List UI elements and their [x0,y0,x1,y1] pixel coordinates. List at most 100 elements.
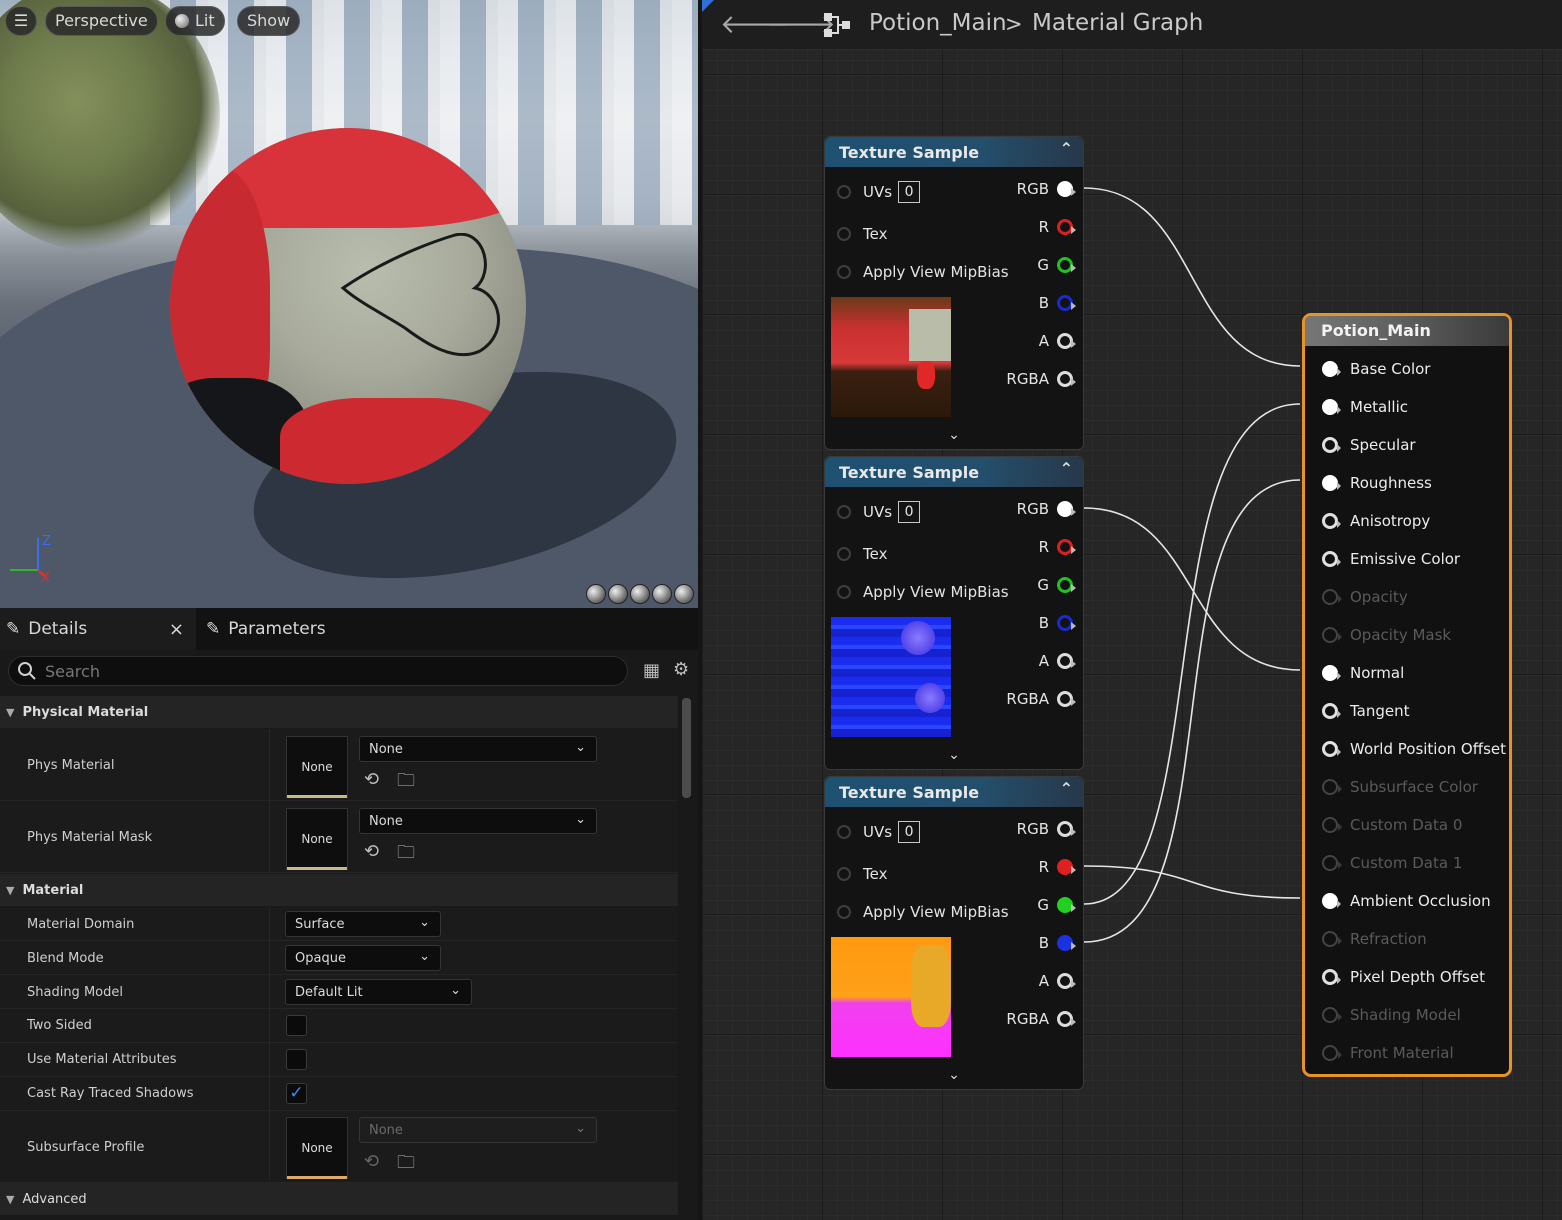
a-output-pin[interactable]: A [1039,330,1076,352]
b-output-pin[interactable]: B [1039,612,1076,634]
asset-thumbnail[interactable]: None [286,808,348,870]
mipbias-input-pin[interactable]: Apply View MipBias [837,581,1009,603]
breadcrumb-view: Material Graph [1032,10,1204,36]
lit-button[interactable]: Lit [165,6,225,36]
collapse-icon[interactable]: ⌃ [1060,139,1073,158]
material-input-pin[interactable]: Opacity [1322,586,1408,608]
material-input-pin[interactable]: World Position Offset [1322,738,1506,760]
a-output-pin[interactable]: A [1039,650,1076,672]
material-input-pin[interactable]: Opacity Mask [1322,624,1451,646]
material-input-pin[interactable]: Emissive Color [1322,548,1460,570]
material-input-pin[interactable]: Base Color [1322,358,1430,380]
collapse-icon[interactable]: ⌃ [1060,459,1073,478]
close-icon[interactable]: × [169,619,184,640]
r-output-pin[interactable]: R [1039,856,1076,878]
material-input-pin[interactable]: Shading Model [1322,1004,1461,1026]
g-output-pin[interactable]: G [1037,574,1076,596]
b-output-pin[interactable]: B [1039,932,1076,954]
expand-node-icon[interactable]: ⌄ [825,1067,1083,1083]
material-input-pin[interactable]: Normal [1322,662,1404,684]
material-input-pin[interactable]: Custom Data 0 [1322,814,1462,836]
tex-input-pin[interactable]: Tex [837,223,887,245]
expand-node-icon[interactable]: ⌄ [825,427,1083,443]
uvs-input-pin[interactable]: UVs 0 [837,181,921,203]
table-view-icon[interactable]: ▦ [643,660,660,681]
tex-input-pin[interactable]: Tex [837,543,887,565]
tab-details[interactable]: ✎ Details × [0,608,196,650]
use-selected-icon[interactable]: ⟲ [364,769,379,790]
asset-thumbnail[interactable]: None [286,736,348,798]
rgba-output-pin[interactable]: RGBA [1006,368,1076,390]
use-material-attributes-checkbox[interactable] [286,1049,307,1070]
texture-sample-node[interactable]: Texture Sample ⌃ UVs 0 Tex Apply View MipB… [824,776,1084,1090]
subsurface-profile-picker[interactable]: None ⌄ [359,1117,597,1143]
cylinder-preview-icon[interactable] [586,584,606,604]
cube-preview-icon[interactable] [652,584,672,604]
cast-ray-traced-shadows-checkbox[interactable]: ✓ [286,1083,307,1104]
gear-icon[interactable]: ⚙ [673,659,689,680]
viewport-menu-button[interactable]: ☰ [5,6,37,36]
category-material[interactable]: ▼ Material [0,874,678,906]
tab-parameters[interactable]: ✎ Parameters [206,608,326,650]
lit-sphere-icon [175,14,189,28]
plane-preview-icon[interactable] [630,584,650,604]
show-button[interactable]: Show [237,6,301,36]
texture-sample-node[interactable]: Texture Sample ⌃ UVs 0 Tex Apply View MipB… [824,136,1084,450]
shading-model-select[interactable]: Default Lit ⌄ [285,979,472,1005]
material-input-pin[interactable]: Custom Data 1 [1322,852,1462,874]
g-output-pin[interactable]: G [1037,254,1076,276]
material-input-pin[interactable]: Metallic [1322,396,1408,418]
pin-icon [1322,551,1341,567]
a-output-pin[interactable]: A [1039,970,1076,992]
material-input-pin[interactable]: Anisotropy [1322,510,1430,532]
pin-icon [1322,741,1341,757]
material-input-pin[interactable]: Tangent [1322,700,1410,722]
phys-material-picker[interactable]: None ⌄ [359,736,597,762]
rgb-output-pin[interactable]: RGB [1017,818,1076,840]
g-output-pin[interactable]: G [1037,894,1076,916]
details-scrollbar[interactable] [682,698,691,798]
material-input-pin[interactable]: Ambient Occlusion [1322,890,1491,912]
collapse-icon[interactable]: ⌃ [1060,779,1073,798]
r-output-pin[interactable]: R [1039,216,1076,238]
expand-node-icon[interactable]: ⌄ [825,747,1083,763]
perspective-button[interactable]: Perspective [45,6,158,36]
uvs-input-pin[interactable]: UVs 0 [837,821,921,843]
sphere-preview-icon[interactable] [608,584,628,604]
material-domain-select[interactable]: Surface ⌄ [285,911,441,937]
rgba-output-pin[interactable]: RGBA [1006,688,1076,710]
rgb-output-pin[interactable]: RGB [1017,498,1076,520]
blend-mode-select[interactable]: Opaque ⌄ [285,945,441,971]
material-input-pin[interactable]: Pixel Depth Offset [1322,966,1485,988]
category-advanced[interactable]: ▼ Advanced [0,1183,678,1215]
material-graph-canvas[interactable]: 🡐 🡒 Potion_Main > Material Graph Texture… [702,0,1562,1220]
browse-folder-icon[interactable]: 🗀 [397,768,415,798]
use-selected-icon[interactable]: ⟲ [364,1151,379,1172]
uvs-input-pin[interactable]: UVs 0 [837,501,921,523]
two-sided-checkbox[interactable] [286,1015,307,1036]
material-input-pin[interactable]: Roughness [1322,472,1432,494]
mipbias-input-pin[interactable]: Apply View MipBias [837,261,1009,283]
material-input-pin[interactable]: Subsurface Color [1322,776,1478,798]
texture-sample-node[interactable]: Texture Sample ⌃ UVs 0 Tex Apply View MipB… [824,456,1084,770]
asset-thumbnail[interactable]: None [286,1117,348,1179]
use-selected-icon[interactable]: ⟲ [364,841,379,862]
breadcrumb-asset[interactable]: Potion_Main [869,10,1007,36]
tex-input-pin[interactable]: Tex [837,863,887,885]
rgba-output-pin[interactable]: RGBA [1006,1008,1076,1030]
material-input-pin[interactable]: Front Material [1322,1042,1454,1064]
category-physical-material[interactable]: ▼ Physical Material [0,696,678,728]
mipbias-input-pin[interactable]: Apply View MipBias [837,901,1009,923]
search-input[interactable]: Search [8,656,628,686]
material-input-pin[interactable]: Specular [1322,434,1416,456]
material-output-node[interactable]: Potion_Main Base Color Metallic Specular Ro… [1302,313,1512,1077]
r-output-pin[interactable]: R [1039,536,1076,558]
rgb-output-pin[interactable]: RGB [1017,178,1076,200]
browse-folder-icon[interactable]: 🗀 [397,1150,415,1180]
b-output-pin[interactable]: B [1039,292,1076,314]
material-input-pin[interactable]: Refraction [1322,928,1427,950]
phys-material-mask-picker[interactable]: None ⌄ [359,808,597,834]
browse-folder-icon[interactable]: 🗀 [397,840,415,870]
material-preview-viewport[interactable]: ☰ Perspective Lit Show Z X [0,0,698,608]
mesh-preview-icon[interactable] [674,584,694,604]
